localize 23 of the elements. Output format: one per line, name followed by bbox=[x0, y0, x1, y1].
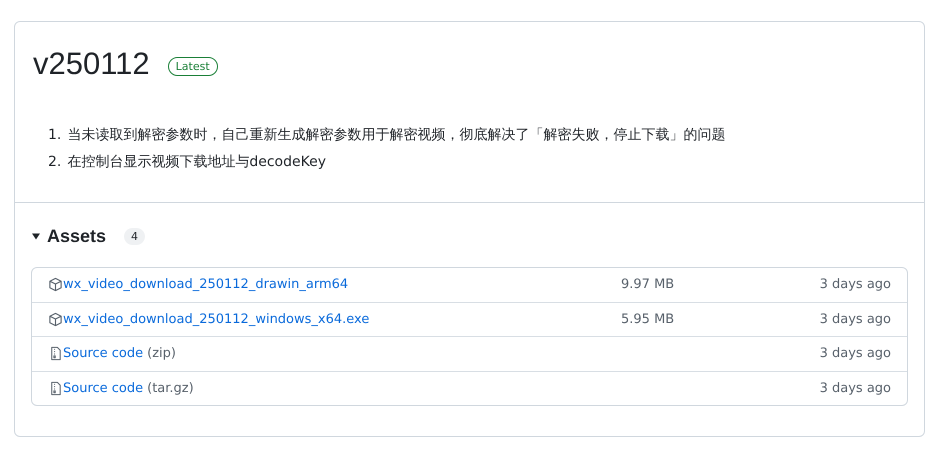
caret-icon[interactable] bbox=[31, 231, 41, 241]
asset-link[interactable]: wx_video_download_250112_drawin_arm64 bbox=[63, 277, 348, 292]
upload-date: 3 days ago bbox=[818, 380, 891, 396]
asset-link[interactable]: Source code (tar.gz) bbox=[63, 380, 194, 396]
upload-date: 3 days ago bbox=[818, 346, 891, 362]
assets-heading[interactable]: Assets bbox=[47, 226, 106, 246]
file-zip-icon bbox=[48, 380, 63, 396]
file-size: 9.97 MB bbox=[621, 277, 676, 292]
release-note: 在控制台显示视频下载地址与decodeKey bbox=[67, 153, 326, 172]
upload-date: 3 days ago bbox=[818, 277, 891, 292]
asset-link[interactable]: Source code (zip) bbox=[63, 346, 176, 362]
release-note: 当未读取到解密参数时，自己重新生成解密参数用于解密视频，彻底解决了「解密失败，停止下载」的问题 bbox=[67, 126, 726, 145]
release-title: v250112 bbox=[33, 46, 150, 82]
package-icon bbox=[48, 312, 63, 327]
list-number: 2. bbox=[48, 153, 62, 172]
file-size: 5.95 MB bbox=[621, 312, 676, 327]
count-badge: 4 bbox=[124, 228, 146, 244]
file-zip-icon bbox=[48, 346, 63, 362]
list-number: 1. bbox=[48, 126, 62, 145]
upload-date: 3 days ago bbox=[818, 312, 891, 327]
package-icon bbox=[48, 277, 63, 292]
asset-link[interactable]: wx_video_download_250112_windows_x64.exe bbox=[63, 312, 370, 327]
latest-badge: Latest bbox=[168, 56, 218, 76]
